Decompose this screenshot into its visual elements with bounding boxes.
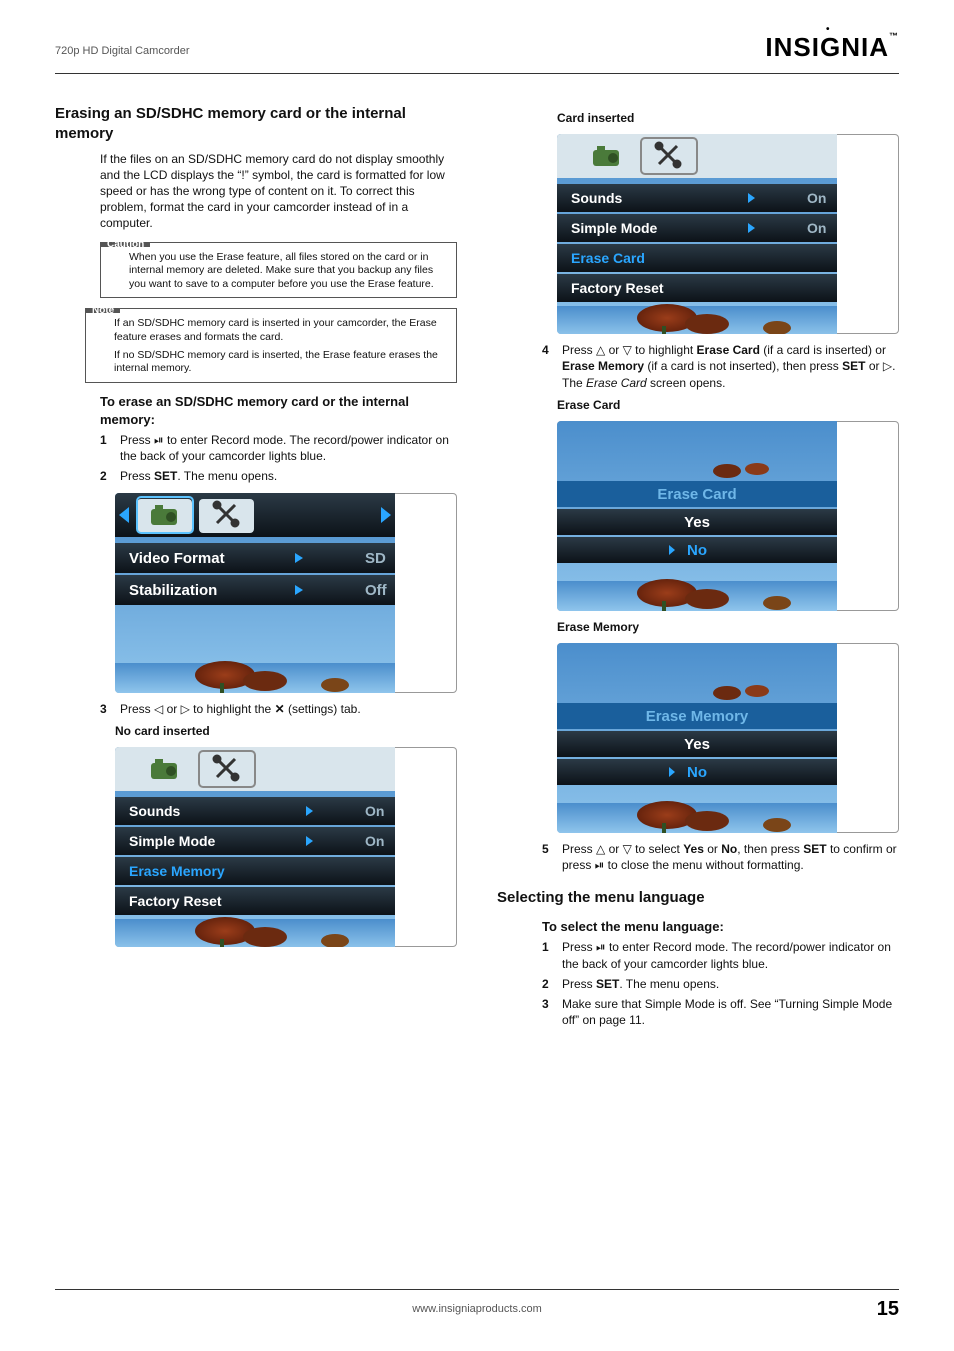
content-columns: Erasing an SD/SDHC memory card or the in… bbox=[55, 104, 899, 1032]
caution-box: Caution When you use the Erase feature, … bbox=[100, 242, 457, 299]
svg-text:No: No bbox=[687, 542, 707, 559]
right-column: Card inserted Sounds On Simple Mode On bbox=[497, 104, 899, 1032]
svg-text:Simple Mode: Simple Mode bbox=[571, 220, 658, 236]
lang-step-2: 2 Press SET. The menu opens. bbox=[542, 976, 899, 992]
language-proc-heading: To select the menu language: bbox=[542, 918, 899, 936]
svg-text:On: On bbox=[365, 803, 384, 819]
left-triangle-icon: ◁ bbox=[154, 702, 163, 716]
record-icon: ⏯ bbox=[595, 858, 605, 872]
svg-text:Sounds: Sounds bbox=[571, 190, 623, 206]
svg-text:Erase Card: Erase Card bbox=[571, 250, 645, 266]
svg-text:Stabilization: Stabilization bbox=[129, 582, 217, 599]
page: 720p HD Digital Camcorder INSIGNIA™ Eras… bbox=[0, 0, 954, 1351]
erase-step-4: 4 Press △ or ▽ to highlight Erase Card (… bbox=[542, 342, 899, 391]
down-triangle-icon: ▽ bbox=[623, 343, 632, 357]
svg-text:On: On bbox=[365, 833, 384, 849]
page-number: 15 bbox=[877, 1296, 899, 1323]
note-text-1: If an SD/SDHC memory card is inserted in… bbox=[114, 317, 448, 344]
svg-text:Erase Card: Erase Card bbox=[657, 486, 736, 503]
erase-step-3: 3 Press ◁ or ▷ to highlight the ✕ (setti… bbox=[100, 701, 457, 717]
svg-text:Sounds: Sounds bbox=[129, 803, 181, 819]
right-triangle-icon: ▷ bbox=[883, 359, 892, 373]
down-triangle-icon: ▽ bbox=[623, 842, 632, 856]
tools-icon: ✕ bbox=[275, 702, 285, 716]
no-card-label: No card inserted bbox=[115, 723, 457, 739]
note-text-2: If no SD/SDHC memory card is inserted, t… bbox=[114, 349, 448, 376]
caution-text: When you use the Erase feature, all file… bbox=[101, 247, 456, 298]
svg-text:Yes: Yes bbox=[684, 736, 710, 753]
section-erase-title: Erasing an SD/SDHC memory card or the in… bbox=[55, 104, 457, 145]
erase-proc-heading: To erase an SD/SDHC memory card or the i… bbox=[100, 393, 457, 428]
lcd-main-menu: Video Format SD Stabilization Off bbox=[115, 493, 457, 693]
svg-text:Erase Memory: Erase Memory bbox=[129, 863, 225, 879]
footer-url: www.insigniaproducts.com bbox=[55, 1302, 899, 1317]
left-column: Erasing an SD/SDHC memory card or the in… bbox=[55, 104, 457, 1032]
record-icon: ⏯ bbox=[596, 940, 606, 954]
note-box: Note If an SD/SDHC memory card is insert… bbox=[85, 308, 457, 383]
svg-text:Factory Reset: Factory Reset bbox=[129, 893, 222, 909]
header-product-name: 720p HD Digital Camcorder bbox=[55, 44, 190, 65]
svg-text:Off: Off bbox=[365, 582, 388, 599]
svg-text:Video Format: Video Format bbox=[129, 550, 225, 567]
caution-label: Caution bbox=[101, 243, 150, 247]
lcd-settings-card: Sounds On Simple Mode On Erase Card Fact… bbox=[557, 134, 899, 334]
brand-logo: INSIGNIA™ bbox=[765, 30, 899, 65]
svg-text:SD: SD bbox=[365, 550, 386, 567]
up-triangle-icon: △ bbox=[596, 343, 605, 357]
svg-text:On: On bbox=[807, 190, 826, 206]
card-label: Card inserted bbox=[557, 110, 899, 126]
erase-step-1: 1 Press ⏯ to enter Record mode. The reco… bbox=[100, 432, 457, 464]
svg-text:On: On bbox=[807, 220, 826, 236]
svg-text:Simple Mode: Simple Mode bbox=[129, 833, 216, 849]
erase-step-2: 2 Press SET. The menu opens. bbox=[100, 468, 457, 484]
erase-card-label: Erase Card bbox=[557, 397, 899, 413]
right-triangle-icon: ▷ bbox=[181, 702, 190, 716]
section-language-title: Selecting the menu language bbox=[497, 888, 899, 908]
page-footer: www.insigniaproducts.com 15 bbox=[55, 1289, 899, 1323]
lang-step-1: 1 Press ⏯ to enter Record mode. The reco… bbox=[542, 939, 899, 971]
erase-memory-label: Erase Memory bbox=[557, 619, 899, 635]
lcd-erase-card: Erase Card Yes No bbox=[557, 421, 899, 611]
svg-text:Erase Memory: Erase Memory bbox=[646, 708, 749, 725]
up-triangle-icon: △ bbox=[596, 842, 605, 856]
svg-text:No: No bbox=[687, 764, 707, 781]
page-header: 720p HD Digital Camcorder INSIGNIA™ bbox=[55, 30, 899, 65]
lcd-settings-nocard: Sounds On Simple Mode On Erase Memory Fa… bbox=[115, 747, 457, 947]
header-rule bbox=[55, 73, 899, 74]
record-icon: ⏯ bbox=[154, 433, 164, 447]
note-label: Note bbox=[86, 309, 120, 313]
svg-text:Yes: Yes bbox=[684, 514, 710, 531]
lcd-erase-memory: Erase Memory Yes No bbox=[557, 643, 899, 833]
erase-intro: If the files on an SD/SDHC memory card d… bbox=[100, 151, 457, 232]
erase-step-5: 5 Press △ or ▽ to select Yes or No, then… bbox=[542, 841, 899, 873]
lang-step-3: 3 Make sure that Simple Mode is off. See… bbox=[542, 996, 899, 1028]
svg-text:Factory Reset: Factory Reset bbox=[571, 280, 664, 296]
